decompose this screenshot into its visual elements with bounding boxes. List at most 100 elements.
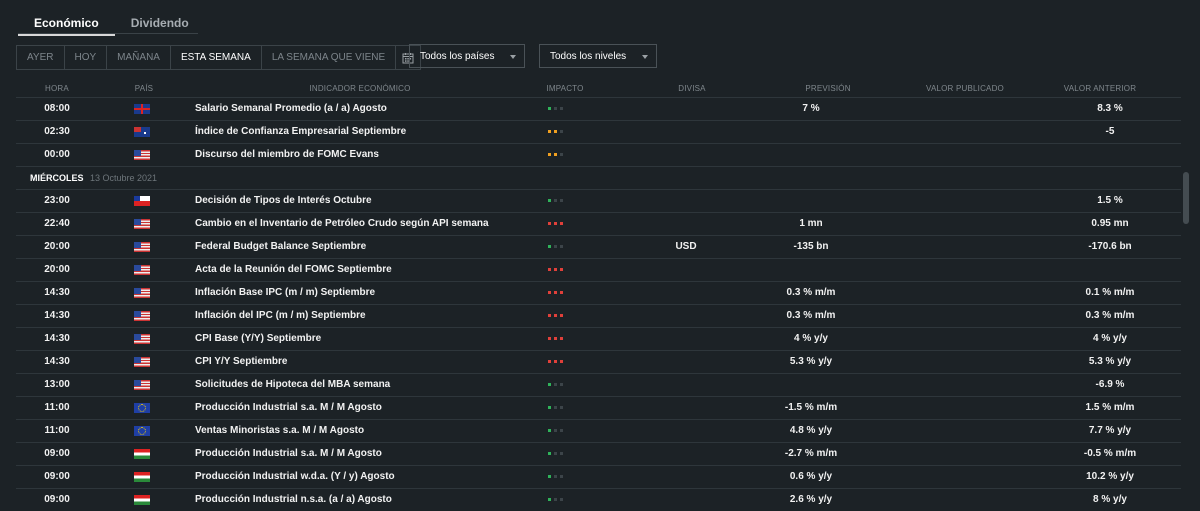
country-select-value: Todos los países [420, 51, 495, 62]
table-row[interactable]: 23:00 Decisión de Tipos de Interés Octubr… [16, 189, 1181, 212]
country-flag-icon [134, 426, 150, 436]
row-time: 00:00 [44, 149, 70, 160]
country-select[interactable]: Todos los países [409, 44, 525, 68]
event-name[interactable]: Federal Budget Balance Septiembre [195, 236, 555, 258]
event-name[interactable]: CPI Y/Y Septiembre [195, 351, 555, 373]
impact-dot [554, 107, 557, 110]
row-time: 23:00 [44, 195, 70, 206]
country-flag-icon [134, 334, 150, 344]
row-previous: 0.1 % m/m [1085, 287, 1135, 298]
day-button-esta-semana[interactable]: ESTA SEMANA [170, 45, 262, 70]
row-previous: 0.3 % m/m [1085, 310, 1135, 321]
row-previous: 8 % y/y [1093, 494, 1127, 505]
table-row[interactable]: 08:00 Salario Semanal Promedio (a / a) Ag… [16, 97, 1181, 120]
impact-dot [554, 268, 557, 271]
table-row[interactable]: 14:30 CPI Base (Y/Y) Septiembre 4 % y/y 4 %… [16, 327, 1181, 350]
impact-dot [560, 360, 563, 363]
impact-dot [548, 268, 551, 271]
impact-dot [560, 291, 563, 294]
header-pais: PAÍS [134, 84, 154, 93]
day-button-hoy[interactable]: HOY [64, 45, 108, 70]
impact-dot [560, 429, 563, 432]
header-divisa: DIVISA [678, 84, 706, 93]
row-time: 14:30 [44, 287, 70, 298]
day-separator: MIÉRCOLES 13 Octubre 2021 [16, 166, 1181, 189]
event-name[interactable]: Acta de la Reunión del FOMC Septiembre [195, 259, 555, 281]
table-row[interactable]: 22:40 Cambio en el Inventario de Petróleo… [16, 212, 1181, 235]
row-previous: 0.95 mn [1091, 218, 1129, 229]
table-header: HORA PAÍS INDICADOR ECONÓMICO IMPACTO DI… [0, 84, 1180, 96]
impact-dot [560, 475, 563, 478]
day-button-ayer[interactable]: AYER [16, 45, 65, 70]
event-name[interactable]: Inflación Base IPC (m / m) Septiembre [195, 282, 555, 304]
row-time: 11:00 [44, 425, 70, 436]
table-row[interactable]: 20:00 Acta de la Reunión del FOMC Septiem… [16, 258, 1181, 281]
country-flag-icon [134, 150, 150, 160]
level-select[interactable]: Todos los niveles [539, 44, 657, 68]
table-row[interactable]: 09:00 Producción Industrial n.s.a. (a / a… [16, 488, 1181, 511]
row-forecast: 7 % [802, 103, 820, 114]
event-name[interactable]: Salario Semanal Promedio (a / a) Agosto [195, 98, 555, 120]
country-flag-icon [134, 449, 150, 459]
table-row[interactable]: 14:30 CPI Y/Y Septiembre 5.3 % y/y 5.3 % y/… [16, 350, 1181, 373]
scrollbar[interactable] [1183, 172, 1189, 224]
chevron-down-icon [510, 55, 516, 59]
table-row[interactable]: 11:00 Producción Industrial s.a. M / M Ag… [16, 396, 1181, 419]
impact-indicator [548, 452, 563, 455]
event-name[interactable]: Ventas Minoristas s.a. M / M Agosto [195, 420, 555, 442]
impact-dot [548, 245, 551, 248]
day-button-semana-que-viene[interactable]: LA SEMANA QUE VIENE [261, 45, 397, 70]
table-row[interactable]: 09:00 Producción Industrial s.a. M / M Ag… [16, 442, 1181, 465]
row-forecast: 4 % y/y [794, 333, 828, 344]
day-name: MIÉRCOLES [30, 173, 84, 183]
header-anterior: VALOR ANTERIOR [1063, 84, 1137, 93]
event-name[interactable]: Decisión de Tipos de Interés Octubre [195, 190, 555, 212]
impact-indicator [548, 360, 563, 363]
impact-dot [554, 429, 557, 432]
impact-indicator [548, 498, 563, 501]
table-row[interactable]: 20:00 Federal Budget Balance Septiembre US… [16, 235, 1181, 258]
impact-dot [548, 498, 551, 501]
table-row[interactable]: 13:00 Solicitudes de Hipoteca del MBA sem… [16, 373, 1181, 396]
table-row[interactable]: 00:00 Discurso del miembro de FOMC Evans [16, 143, 1181, 166]
country-flag-icon [134, 380, 150, 390]
table-row[interactable]: 11:00 Ventas Minoristas s.a. M / M Agosto… [16, 419, 1181, 442]
event-name[interactable]: Discurso del miembro de FOMC Evans [195, 144, 555, 166]
impact-indicator [548, 383, 563, 386]
impact-dot [560, 498, 563, 501]
table-row[interactable]: 14:30 Inflación Base IPC (m / m) Septiemb… [16, 281, 1181, 304]
event-name[interactable]: CPI Base (Y/Y) Septiembre [195, 328, 555, 350]
impact-dot [560, 314, 563, 317]
row-forecast: 0.6 % y/y [789, 471, 833, 482]
event-name[interactable]: Inflación del IPC (m / m) Septiembre [195, 305, 555, 327]
impact-dot [560, 245, 563, 248]
impact-dot [548, 383, 551, 386]
event-name[interactable]: Producción Industrial w.d.a. (Y / y) Ago… [195, 466, 555, 488]
day-button-manana[interactable]: MAÑANA [107, 45, 171, 70]
row-forecast: 0.3 % m/m [786, 287, 836, 298]
country-flag-icon [134, 104, 150, 114]
calendar-tabs: Económico Dividendo [18, 10, 205, 36]
row-previous: 5.3 % y/y [1088, 356, 1132, 367]
row-forecast: 0.3 % m/m [786, 310, 836, 321]
tab-dividendo[interactable]: Dividendo [115, 10, 205, 34]
row-forecast: 2.6 % y/y [789, 494, 833, 505]
table-row[interactable]: 14:30 Inflación del IPC (m / m) Septiembr… [16, 304, 1181, 327]
event-name[interactable]: Cambio en el Inventario de Petróleo Crud… [195, 213, 555, 235]
table-row[interactable]: 02:30 Índice de Confianza Empresarial Sep… [16, 120, 1181, 143]
country-flag-icon [134, 288, 150, 298]
event-name[interactable]: Producción Industrial n.s.a. (a / a) Ago… [195, 489, 555, 511]
event-name[interactable]: Solicitudes de Hipoteca del MBA semana [195, 374, 555, 396]
row-forecast: -1.5 % m/m [784, 402, 838, 413]
impact-dot [548, 406, 551, 409]
impact-dot [560, 153, 563, 156]
impact-dot [560, 107, 563, 110]
country-flag-icon [134, 196, 150, 206]
event-name[interactable]: Producción Industrial s.a. M / M Agosto [195, 397, 555, 419]
table-row[interactable]: 09:00 Producción Industrial w.d.a. (Y / y… [16, 465, 1181, 488]
impact-dot [554, 406, 557, 409]
event-name[interactable]: Producción Industrial s.a. M / M Agosto [195, 443, 555, 465]
row-previous: -170.6 bn [1088, 241, 1132, 252]
event-name[interactable]: Índice de Confianza Empresarial Septiemb… [195, 121, 555, 143]
row-previous: 1.5 % [1097, 195, 1123, 206]
